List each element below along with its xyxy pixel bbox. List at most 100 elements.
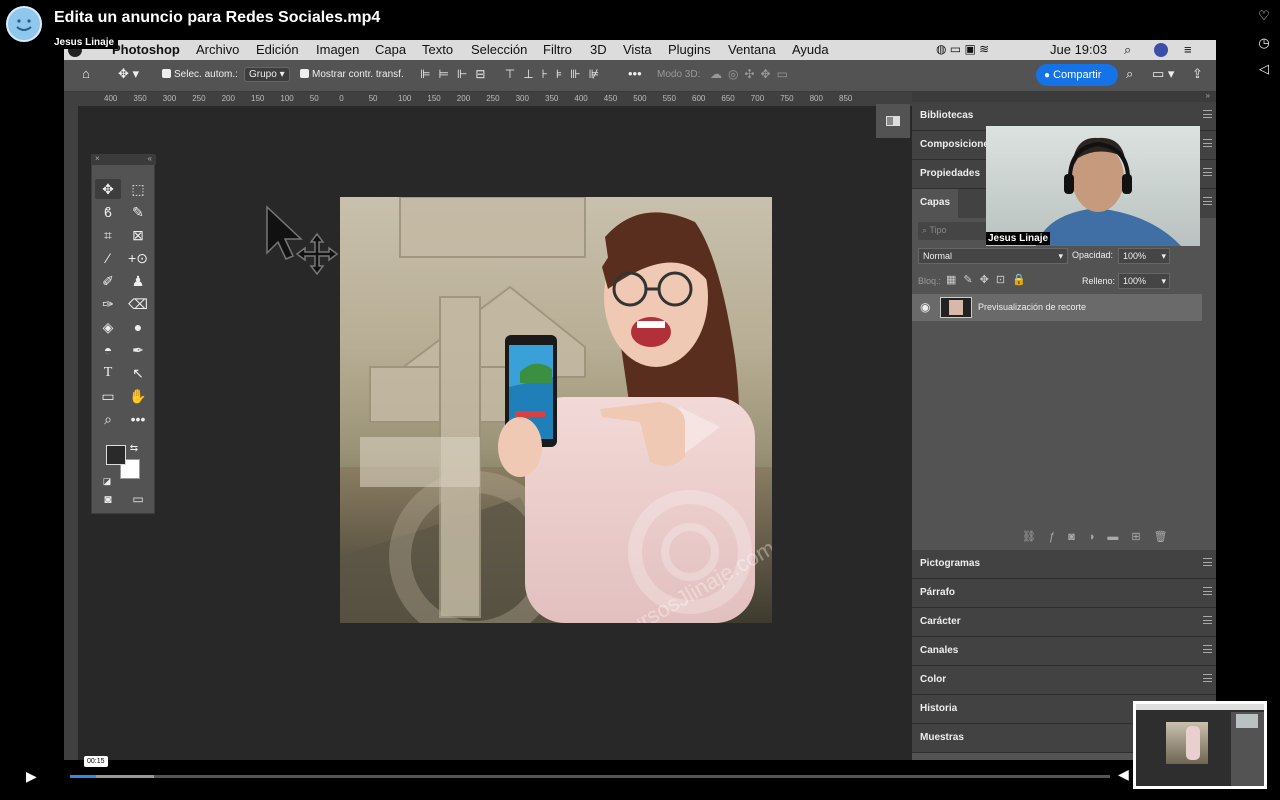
share-button[interactable]: ● Compartir xyxy=(1036,64,1118,86)
more-icon[interactable]: ••• xyxy=(628,66,642,81)
rectangle-tool[interactable]: ▭ xyxy=(95,386,121,406)
layer-thumbnail xyxy=(940,297,972,318)
frame-tool[interactable]: ⊠ xyxy=(125,225,151,245)
lock-icons[interactable]: ▦✎✥⊡🔒 xyxy=(946,273,1033,286)
panel-menu-icon[interactable] xyxy=(1203,674,1212,682)
menu-filtro[interactable]: Filtro xyxy=(543,42,572,57)
panel-menu-icon[interactable] xyxy=(1203,139,1212,147)
panel-menu-icon[interactable] xyxy=(1203,168,1212,176)
menu-edicion[interactable]: Edición xyxy=(256,42,299,57)
history-brush-tool[interactable]: ✑ xyxy=(95,294,121,314)
send-icon[interactable]: ◁ xyxy=(1256,61,1272,77)
move-tool[interactable]: ✥ xyxy=(95,179,121,199)
app-menu[interactable]: Photoshop xyxy=(112,42,180,57)
3d-mode-icons[interactable]: ☁◎✣✥▭ xyxy=(710,67,794,81)
siri-icon[interactable] xyxy=(1154,43,1168,57)
layer-name[interactable]: Previsualización de recorte xyxy=(978,302,1086,312)
lasso-tool[interactable]: ϐ xyxy=(95,202,121,222)
quick-select-tool[interactable]: ✎ xyxy=(125,202,151,222)
blend-mode-dropdown[interactable]: Normal ▾ xyxy=(918,248,1068,264)
visibility-eye-icon[interactable]: ◉ xyxy=(920,300,930,314)
panel-menu-icon[interactable] xyxy=(1203,616,1212,624)
home-icon[interactable]: ⌂ xyxy=(82,66,90,81)
pen-tool[interactable]: ✒ xyxy=(125,340,151,360)
collapse-panels-icon[interactable]: » xyxy=(1206,91,1210,100)
pip-thumbnail[interactable] xyxy=(1133,701,1267,789)
play-icon[interactable]: ▶ xyxy=(26,768,37,785)
path-select-tool[interactable]: ↖ xyxy=(125,363,151,383)
progress-track[interactable] xyxy=(70,775,1110,778)
crop-tool[interactable]: ⌗ xyxy=(95,225,121,245)
menu-capa[interactable]: Capa xyxy=(375,42,406,57)
search-icon[interactable]: ⌕ xyxy=(1126,66,1133,82)
layer-row[interactable]: ◉ Previsualización de recorte xyxy=(912,294,1202,321)
eyedropper-tool[interactable]: ⁄ xyxy=(95,248,121,268)
document-canvas[interactable]: cursosJlinaje.com xyxy=(340,197,772,623)
dodge-tool[interactable]: ◓ xyxy=(95,340,121,360)
control-center-icon[interactable]: ≡ xyxy=(1184,42,1192,57)
blur-tool[interactable]: ● xyxy=(125,317,151,337)
panel-icon[interactable] xyxy=(886,116,900,126)
workspace-icon[interactable]: ▭ ▾ xyxy=(1152,66,1174,82)
hand-tool[interactable]: ✋ xyxy=(125,386,151,406)
panel-menu-icon[interactable] xyxy=(1203,645,1212,653)
menu-3d[interactable]: 3D xyxy=(590,42,607,57)
spotlight-search-icon[interactable]: ⌕ xyxy=(1124,42,1131,58)
auto-select-dropdown[interactable]: Grupo ▾ xyxy=(244,67,290,82)
tab-caracter[interactable]: Carácter xyxy=(912,608,1216,637)
ruler-tick-label: 250 xyxy=(486,94,500,103)
align-icons[interactable]: ⊫⊨⊩⊟ ⊤⊥⊦⊧⊪⊯ xyxy=(420,67,607,81)
healing-brush-tool[interactable]: ✐ xyxy=(95,271,121,291)
menu-plugins[interactable]: Plugins xyxy=(668,42,711,57)
move-cursor-icon xyxy=(266,205,339,276)
menu-imagen[interactable]: Imagen xyxy=(316,42,359,57)
tab-parrafo[interactable]: Párrafo xyxy=(912,579,1216,608)
marquee-tool[interactable]: ⬚ xyxy=(125,179,151,199)
horizontal-ruler: 400 350 300 250 200 150 100 50 0 50 100 150 200 250 30… xyxy=(64,92,912,106)
show-transform-checkbox[interactable]: Mostrar contr. transf. xyxy=(300,69,404,80)
ruler-tick-label: 100 xyxy=(280,94,294,103)
fill-input[interactable]: 100% ▾ xyxy=(1118,273,1170,289)
zoom-tool[interactable]: ⌕ xyxy=(95,409,121,429)
move-tool-icon[interactable]: ✥ ▾ xyxy=(118,66,139,82)
menu-archivo[interactable]: Archivo xyxy=(196,42,239,57)
panel-menu-icon[interactable] xyxy=(1203,110,1212,118)
heart-icon[interactable]: ♡ xyxy=(1256,8,1272,24)
menu-ayuda[interactable]: Ayuda xyxy=(792,42,829,57)
menu-ventana[interactable]: Ventana xyxy=(728,42,776,57)
menu-seleccion[interactable]: Selección xyxy=(471,42,527,57)
tab-capas[interactable]: Capas xyxy=(912,189,958,218)
tab-canales[interactable]: Canales xyxy=(912,637,1216,666)
layer-actions-icons[interactable]: ⛓ƒ◙◑▬⊞🗑 xyxy=(1022,530,1181,543)
collapse-icon[interactable]: « xyxy=(148,154,152,163)
foreground-color-swatch[interactable] xyxy=(106,445,126,465)
close-icon[interactable]: × xyxy=(95,154,100,163)
auto-select-checkbox[interactable]: Selec. autom.: xyxy=(162,69,238,80)
more-tools-icon[interactable]: ••• xyxy=(125,409,151,429)
panel-menu-icon[interactable] xyxy=(1203,587,1212,595)
tab-color[interactable]: Color xyxy=(912,666,1216,695)
ruler-tick-label: 250 xyxy=(192,94,206,103)
type-tool[interactable]: T xyxy=(95,363,121,383)
swap-colors-icon[interactable]: ⇆ xyxy=(128,439,140,459)
photoshop-window: Photoshop Archivo Edición Imagen Capa Te… xyxy=(64,40,1216,760)
panel-menu-icon[interactable] xyxy=(1203,197,1212,205)
panel-menu-icon[interactable] xyxy=(1203,558,1212,566)
default-colors-icon[interactable]: ◪ xyxy=(102,471,112,491)
eraser-tool[interactable]: ⌫ xyxy=(125,294,151,314)
quick-mask-icon[interactable]: ◙ xyxy=(95,489,121,509)
ruler-tool[interactable]: +⊙ xyxy=(125,248,151,268)
menu-texto[interactable]: Texto xyxy=(422,42,453,57)
tab-pictogramas[interactable]: Pictogramas xyxy=(912,550,1216,579)
clock-icon[interactable]: ◷ xyxy=(1256,35,1272,51)
ruler-tick-label: 650 xyxy=(721,94,735,103)
stamp-tool[interactable]: ♟ xyxy=(125,271,151,291)
status-icons[interactable]: ◍ ▭ ▣ ≋ xyxy=(936,42,989,56)
menu-vista[interactable]: Vista xyxy=(623,42,652,57)
export-icon[interactable]: ⇪ xyxy=(1192,66,1203,82)
opacity-input[interactable]: 100% ▾ xyxy=(1118,248,1170,264)
volume-icon[interactable]: ◀ xyxy=(1118,766,1129,783)
collapsed-panel-strip[interactable] xyxy=(876,104,910,138)
screen-mode-icon[interactable]: ▭ xyxy=(125,489,151,509)
paint-bucket-tool[interactable]: ◈ xyxy=(95,317,121,337)
